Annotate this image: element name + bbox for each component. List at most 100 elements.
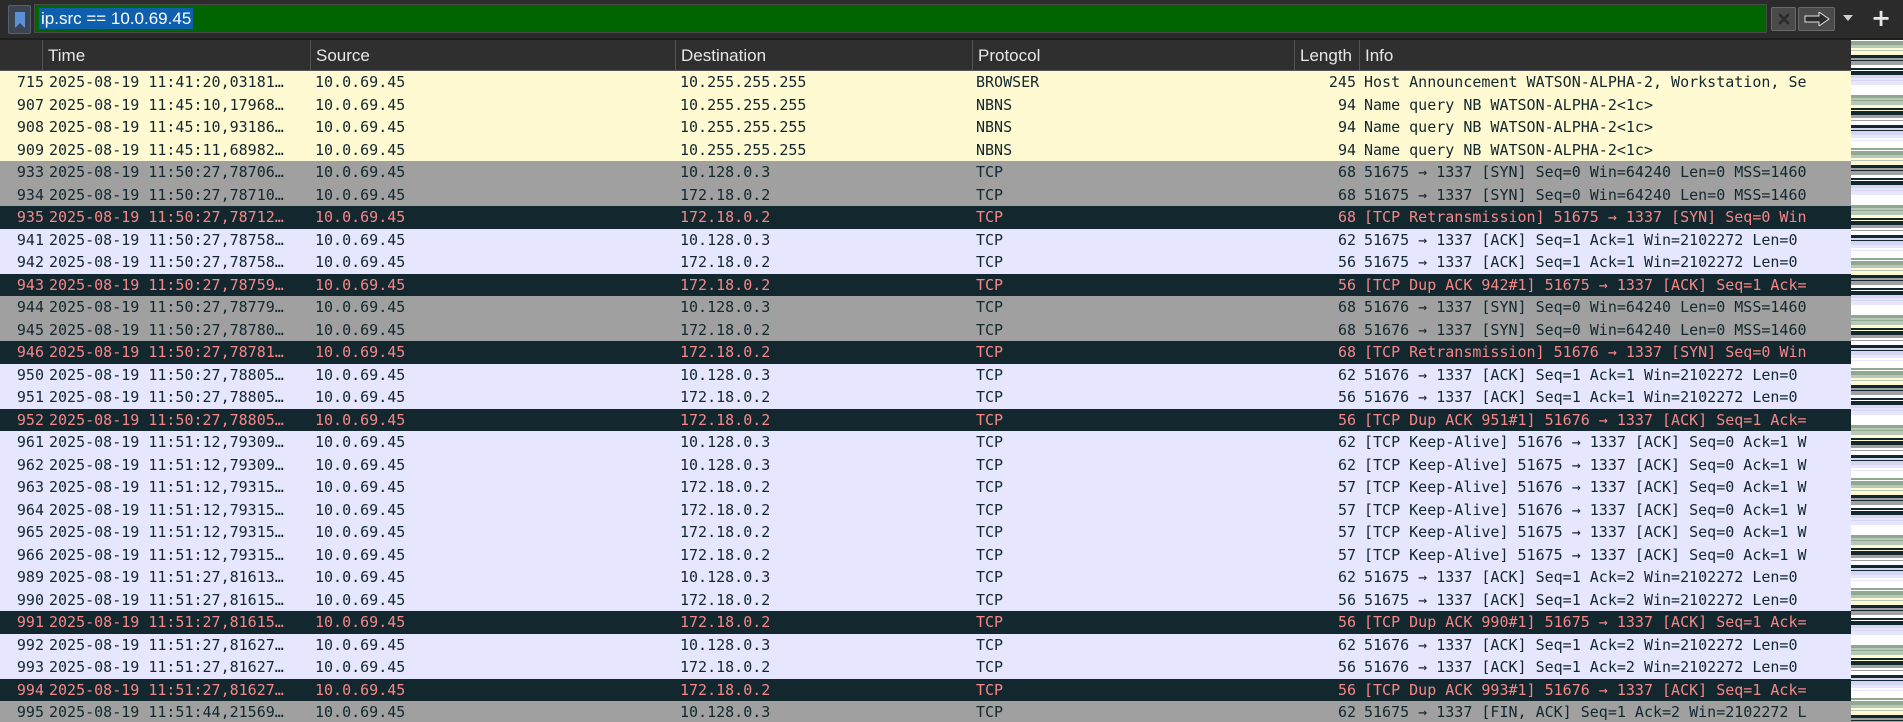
packet-info: [TCP Dup ACK 951#1] 51676 → 1337 [ACK] S… <box>1364 410 1807 429</box>
packet-row[interactable]: 908 2025-08-19 11:45:10,93186… 10.0.69.45 1… <box>0 116 1851 139</box>
packet-info: [TCP Retransmission] 51676 → 1337 [SYN] … <box>1364 343 1807 361</box>
packet-source: 10.0.69.45 <box>315 388 406 406</box>
add-filter-button[interactable]: + <box>1868 4 1894 32</box>
packet-row[interactable]: 933 2025-08-19 11:50:27,78706… 10.0.69.45 1… <box>0 161 1851 184</box>
packet-row[interactable]: 941 2025-08-19 11:50:27,78758… 10.0.69.45 1… <box>0 228 1851 251</box>
bookmark-icon[interactable] <box>8 5 31 34</box>
packet-number: 993 <box>16 658 44 676</box>
packet-length: 56 <box>1337 388 1356 406</box>
column-header-destination[interactable]: Destination <box>675 40 972 71</box>
packet-row[interactable]: 990 2025-08-19 11:51:27,81615… 10.0.69.45 1… <box>0 588 1851 611</box>
packet-row[interactable]: 989 2025-08-19 11:51:27,81613… 10.0.69.45 1… <box>0 566 1851 589</box>
packet-time: 2025-08-19 11:50:27,78759… <box>49 275 284 294</box>
recent-filters-dropdown[interactable] <box>1838 7 1858 29</box>
packet-number: 908 <box>16 118 44 136</box>
packet-time: 2025-08-19 11:51:12,79315… <box>49 523 284 541</box>
packet-time: 2025-08-19 11:51:27,81613… <box>49 568 284 586</box>
packet-row[interactable]: 935 2025-08-19 11:50:27,78712… 10.0.69.45 1… <box>0 206 1851 229</box>
packet-rows: 715 2025-08-19 11:41:20,03181… 10.0.69.45 1… <box>0 71 1851 722</box>
plus-icon: + <box>1870 4 1892 32</box>
packet-protocol: NBNS <box>976 118 1013 136</box>
packet-protocol: TCP <box>976 343 1004 361</box>
packet-number: 991 <box>16 613 44 631</box>
packet-row[interactable]: 965 2025-08-19 11:51:12,79315… 10.0.69.45 1… <box>0 521 1851 544</box>
packet-length: 56 <box>1337 253 1356 271</box>
packet-row[interactable]: 961 2025-08-19 11:51:12,79309… 10.0.69.45 1… <box>0 431 1851 454</box>
packet-destination: 172.18.0.2 <box>680 410 771 429</box>
packet-row[interactable]: 944 2025-08-19 11:50:27,78779… 10.0.69.45 1… <box>0 296 1851 319</box>
packet-row[interactable]: 942 2025-08-19 11:50:27,78758… 10.0.69.45 1… <box>0 251 1851 274</box>
packet-length: 94 <box>1337 140 1356 159</box>
packet-row[interactable]: 991 2025-08-19 11:51:27,81615… 10.0.69.45 1… <box>0 611 1851 634</box>
packet-destination: 172.18.0.2 <box>680 388 771 406</box>
packet-number: 950 <box>16 365 44 384</box>
display-filter-toolbar: ip.src == 10.0.69.45 + <box>0 0 1903 38</box>
packet-row[interactable]: 963 2025-08-19 11:51:12,79315… 10.0.69.45 1… <box>0 476 1851 499</box>
packet-minimap-scrollbar[interactable] <box>1851 40 1903 722</box>
packet-time: 2025-08-19 11:50:27,78805… <box>49 410 284 429</box>
packet-destination: 172.18.0.2 <box>680 613 771 631</box>
packet-length: 56 <box>1337 410 1356 429</box>
packet-protocol: NBNS <box>976 140 1013 159</box>
packet-protocol: TCP <box>976 230 1004 249</box>
column-header-no[interactable] <box>0 40 42 71</box>
packet-row[interactable]: 962 2025-08-19 11:51:12,79309… 10.0.69.45 1… <box>0 453 1851 476</box>
packet-row[interactable]: 992 2025-08-19 11:51:27,81627… 10.0.69.45 1… <box>0 633 1851 656</box>
packet-source: 10.0.69.45 <box>315 613 406 631</box>
packet-time: 2025-08-19 11:45:10,93186… <box>49 118 284 136</box>
packet-row[interactable]: 943 2025-08-19 11:50:27,78759… 10.0.69.45 1… <box>0 273 1851 296</box>
apply-filter-button[interactable] <box>1798 7 1835 31</box>
packet-length: 94 <box>1337 118 1356 136</box>
packet-time: 2025-08-19 11:45:11,68982… <box>49 140 284 159</box>
packet-row[interactable]: 951 2025-08-19 11:50:27,78805… 10.0.69.45 1… <box>0 386 1851 409</box>
packet-destination: 172.18.0.2 <box>680 208 771 226</box>
packet-row[interactable]: 993 2025-08-19 11:51:27,81627… 10.0.69.45 1… <box>0 656 1851 679</box>
packet-number: 989 <box>16 568 44 586</box>
packet-number: 907 <box>16 95 44 114</box>
packet-row[interactable]: 966 2025-08-19 11:51:12,79315… 10.0.69.45 1… <box>0 543 1851 566</box>
packet-protocol: BROWSER <box>976 73 1040 91</box>
packet-length: 68 <box>1337 320 1356 339</box>
packet-protocol: TCP <box>976 208 1004 226</box>
packet-length: 68 <box>1337 163 1356 181</box>
packet-source: 10.0.69.45 <box>315 208 406 226</box>
packet-row[interactable]: 952 2025-08-19 11:50:27,78805… 10.0.69.45 1… <box>0 408 1851 431</box>
packet-row[interactable]: 995 2025-08-19 11:51:44,21569… 10.0.69.45 1… <box>0 701 1851 722</box>
packet-row[interactable]: 945 2025-08-19 11:50:27,78780… 10.0.69.45 1… <box>0 318 1851 341</box>
packet-source: 10.0.69.45 <box>315 703 406 721</box>
packet-info: [TCP Retransmission] 51675 → 1337 [SYN] … <box>1364 208 1807 226</box>
packet-row[interactable]: 950 2025-08-19 11:50:27,78805… 10.0.69.45 1… <box>0 363 1851 386</box>
packet-list-header: Time Source Destination Protocol Length … <box>0 40 1851 71</box>
packet-protocol: TCP <box>976 253 1004 271</box>
packet-row[interactable]: 994 2025-08-19 11:51:27,81627… 10.0.69.45 1… <box>0 678 1851 701</box>
column-header-time[interactable]: Time <box>42 40 310 71</box>
packet-destination: 172.18.0.2 <box>680 478 771 496</box>
packet-info: [TCP Keep-Alive] 51675 → 1337 [ACK] Seq=… <box>1364 455 1807 474</box>
packet-destination: 10.255.255.255 <box>680 140 807 159</box>
packet-source: 10.0.69.45 <box>315 73 406 91</box>
packet-list[interactable]: Time Source Destination Protocol Length … <box>0 40 1903 722</box>
display-filter-input[interactable]: ip.src == 10.0.69.45 <box>34 4 1767 33</box>
packet-length: 68 <box>1337 343 1356 361</box>
packet-length: 68 <box>1337 298 1356 316</box>
packet-row[interactable]: 964 2025-08-19 11:51:12,79315… 10.0.69.45 1… <box>0 498 1851 521</box>
packet-time: 2025-08-19 11:51:27,81615… <box>49 613 284 631</box>
packet-source: 10.0.69.45 <box>315 658 406 676</box>
packet-length: 62 <box>1337 635 1356 654</box>
column-header-info[interactable]: Info <box>1359 40 1851 71</box>
packet-row[interactable]: 946 2025-08-19 11:50:27,78781… 10.0.69.45 1… <box>0 341 1851 364</box>
packet-row[interactable]: 909 2025-08-19 11:45:11,68982… 10.0.69.45 1… <box>0 138 1851 161</box>
display-filter-text[interactable]: ip.src == 10.0.69.45 <box>39 8 194 29</box>
packet-row[interactable]: 715 2025-08-19 11:41:20,03181… 10.0.69.45 1… <box>0 71 1851 94</box>
packet-row[interactable]: 907 2025-08-19 11:45:10,17968… 10.0.69.45 1… <box>0 93 1851 116</box>
packet-source: 10.0.69.45 <box>315 410 406 429</box>
clear-filter-button[interactable] <box>1771 7 1796 31</box>
packet-row[interactable]: 934 2025-08-19 11:50:27,78710… 10.0.69.45 1… <box>0 183 1851 206</box>
packet-source: 10.0.69.45 <box>315 680 406 699</box>
packet-info: Name query NB WATSON-ALPHA-2<1c> <box>1364 140 1653 159</box>
column-header-source[interactable]: Source <box>310 40 675 71</box>
column-header-protocol[interactable]: Protocol <box>972 40 1294 71</box>
packet-source: 10.0.69.45 <box>315 118 406 136</box>
column-header-length[interactable]: Length <box>1294 40 1359 71</box>
packet-length: 94 <box>1337 95 1356 114</box>
